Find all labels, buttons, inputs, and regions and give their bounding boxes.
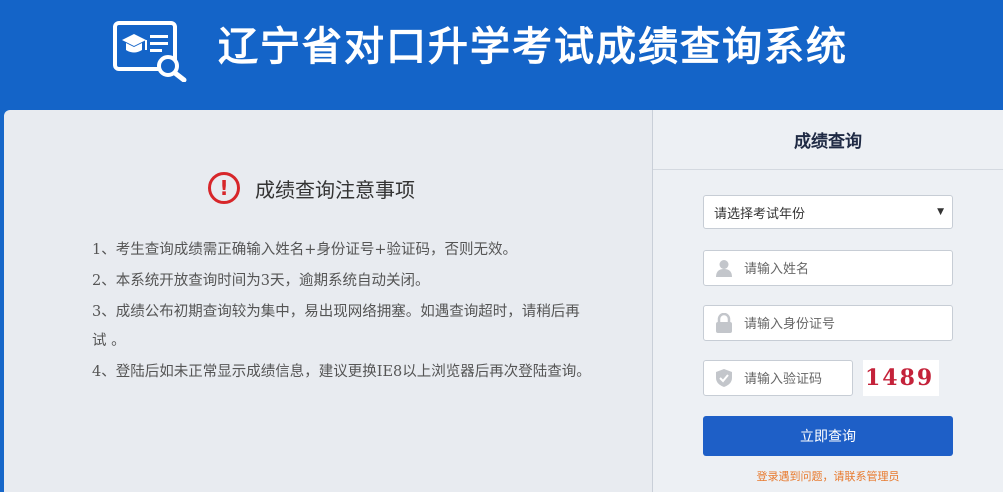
exam-year-select[interactable]: 请选择考试年份 ▼ bbox=[703, 195, 953, 229]
notice-header: ! 成绩查询注意事项 bbox=[208, 170, 415, 206]
site-title: 辽宁省对口升学考试成绩查询系统 bbox=[218, 24, 848, 70]
lock-icon bbox=[704, 306, 744, 340]
notice-item: 3、成绩公布初期查询较为集中，易出现网络拥塞。如遇查询超时，请稍后再试 。 bbox=[92, 304, 580, 349]
notice-title: 成绩查询注意事项 bbox=[255, 177, 415, 202]
query-button[interactable]: 立即查询 bbox=[703, 416, 953, 456]
code-field[interactable] bbox=[703, 360, 853, 396]
exclamation-circle-icon: ! bbox=[208, 172, 240, 204]
notice-item: 2、本系统开放查询时间为3天，逾期系统自动关闭。 bbox=[92, 273, 430, 289]
triangle-down-icon: ▼ bbox=[937, 207, 944, 217]
user-icon bbox=[704, 251, 744, 285]
id-field[interactable] bbox=[703, 305, 953, 341]
header: 辽宁省对口升学考试成绩查询系统 bbox=[0, 0, 1003, 110]
graduation-cap-search-icon bbox=[113, 21, 187, 82]
id-number-input[interactable] bbox=[744, 306, 944, 340]
login-title: 成绩查询 bbox=[653, 110, 1003, 170]
help-link[interactable]: 登录遇到问题，请联系管理员 bbox=[703, 468, 953, 484]
notice-section: ! 成绩查询注意事项 1、考生查询成绩需正确输入姓名+身份证号+验证码，否则无效… bbox=[4, 110, 652, 492]
notice-item: 1、考生查询成绩需正确输入姓名+身份证号+验证码，否则无效。 bbox=[92, 242, 518, 258]
exam-year-select-value: 请选择考试年份 bbox=[714, 206, 806, 222]
captcha-image[interactable]: 1489 bbox=[863, 360, 939, 396]
login-panel: 成绩查询 请选择考试年份 ▼ 1489 立即查询 登录遇到问题，请联系管理员 bbox=[653, 110, 1003, 492]
notice-list: 1、考生查询成绩需正确输入姓名+身份证号+验证码，否则无效。 2、本系统开放查询… bbox=[92, 236, 592, 389]
name-field[interactable] bbox=[703, 250, 953, 286]
shield-check-icon bbox=[704, 361, 744, 395]
name-input[interactable] bbox=[744, 251, 944, 285]
notice-item: 4、登陆后如未正常显示成绩信息，建议更换IE8以上浏览器后再次登陆查询。 bbox=[92, 364, 591, 380]
captcha-input[interactable] bbox=[744, 361, 849, 395]
